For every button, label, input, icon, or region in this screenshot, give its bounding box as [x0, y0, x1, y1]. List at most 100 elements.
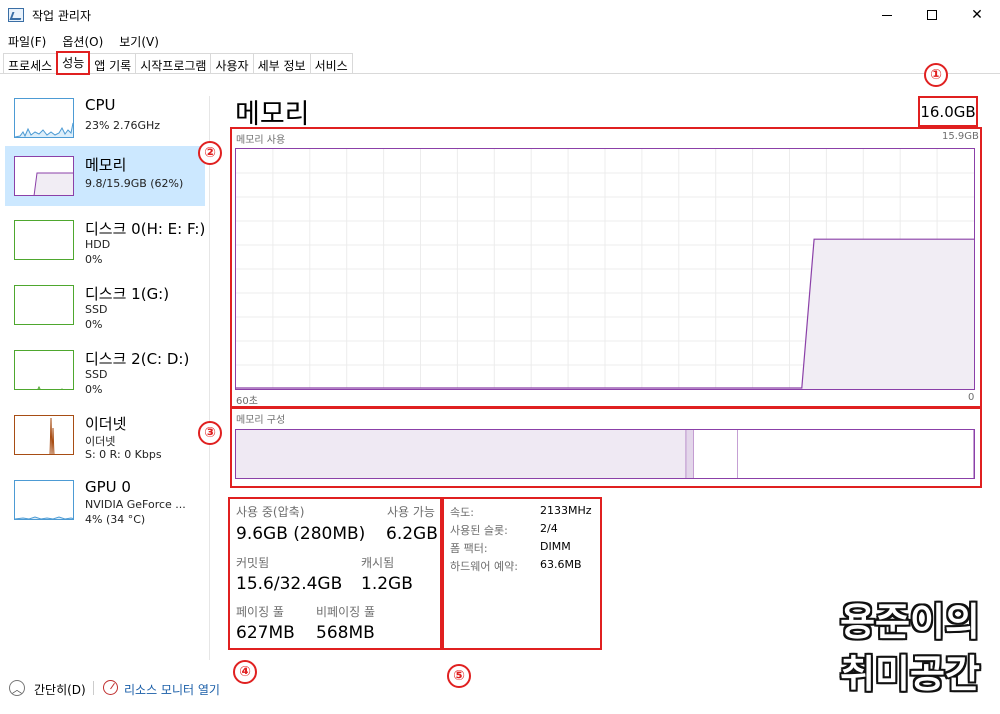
memory-total: 16.0GB: [918, 96, 978, 127]
cached-label: 캐시됨: [361, 556, 395, 570]
sidebar-item-disk-1[interactable]: 디스크 1(G:) SSD 0%: [5, 275, 205, 335]
speed-label: 속도:: [450, 506, 474, 519]
page-title: 메모리: [235, 99, 310, 130]
ethernet-thumbnail: [14, 415, 74, 455]
callout-3: ③: [198, 421, 222, 445]
sidebar-divider: [209, 96, 210, 660]
sidebar-item-usage: 4% (34 °C): [85, 513, 146, 526]
gpu-thumbnail: [14, 480, 74, 520]
watermark-line-1: 용준이의: [840, 600, 980, 644]
close-button[interactable]: ✕: [954, 0, 1000, 30]
watermark: 용준이의 취미공간: [830, 596, 990, 700]
disk-0-thumbnail: [14, 220, 74, 260]
sidebar-item-detail: SSD: [85, 303, 108, 316]
cached-value: 1.2GB: [361, 574, 413, 594]
tab-divider: [0, 73, 1000, 74]
close-icon: ✕: [971, 7, 983, 23]
memory-composition-label: 메모리 구성: [236, 415, 286, 426]
memory-usage-graph: [235, 148, 975, 390]
watermark-line-2: 취미공간: [840, 652, 980, 696]
collapse-button[interactable]: 간단히(D): [34, 681, 86, 698]
nonpaged-pool-value: 568MB: [316, 623, 375, 643]
tab-users[interactable]: 사용자: [210, 53, 254, 74]
memory-sparkline: [33, 172, 73, 195]
resource-monitor-link[interactable]: 리소스 모니터 열기: [124, 681, 220, 698]
gpu-sparkline: [15, 516, 73, 519]
tab-app-history[interactable]: 앱 기록: [89, 53, 137, 74]
footer-divider: [93, 681, 94, 695]
menu-file[interactable]: 파일(F): [0, 30, 54, 52]
cpu-sparkline: [15, 122, 73, 137]
chevron-up-icon[interactable]: ︿: [9, 680, 25, 696]
in-use-label: 사용 중(압축): [236, 505, 305, 519]
resource-monitor-icon[interactable]: [103, 680, 118, 695]
menu-options[interactable]: 옵션(O): [54, 30, 111, 52]
disk-2-thumbnail: [14, 350, 74, 390]
menu-view[interactable]: 보기(V): [111, 30, 167, 52]
callout-1: ①: [924, 63, 948, 87]
sidebar-item-usage: 0%: [85, 253, 103, 266]
cpu-thumbnail: [14, 98, 74, 138]
speed-value: 2133MHz: [540, 504, 592, 517]
ethernet-sparkline: [49, 417, 55, 454]
sidebar-item-detail: NVIDIA GeForce ...: [85, 498, 186, 511]
sidebar-item-usage: S: 0 R: 0 Kbps: [85, 448, 162, 461]
memory-composition-bar: [235, 429, 975, 479]
maximize-icon: [927, 10, 937, 20]
maximize-button[interactable]: [909, 0, 955, 30]
sidebar-item-title: CPU: [85, 96, 116, 114]
tab-services[interactable]: 서비스: [309, 53, 353, 74]
committed-label: 커밋됨: [236, 556, 270, 570]
sidebar-item-detail: 23% 2.76GHz: [85, 119, 161, 132]
standby-segment: [693, 430, 738, 478]
memory-composition-plot: [236, 430, 974, 478]
sidebar-item-gpu[interactable]: GPU 0 NVIDIA GeForce ... 4% (34 °C): [5, 470, 205, 530]
sidebar-item-disk-0[interactable]: 디스크 0(H: E: F:) HDD 0%: [5, 210, 205, 270]
sidebar-item-memory[interactable]: 메모리 9.8/15.9GB (62%): [5, 146, 205, 206]
memory-thumbnail: [14, 156, 74, 196]
sidebar-item-title: 메모리: [85, 156, 127, 174]
available-label: 사용 가능: [387, 505, 435, 519]
modified-segment: [686, 430, 694, 478]
form-factor-value: DIMM: [540, 540, 571, 553]
in-use-value: 9.6GB (280MB): [236, 524, 366, 544]
callout-2: ②: [198, 141, 222, 165]
committed-value: 15.6/32.4GB: [236, 574, 343, 594]
slots-value: 2/4: [540, 522, 558, 535]
sidebar-item-ethernet[interactable]: 이더넷 이더넷 S: 0 R: 0 Kbps: [5, 405, 205, 465]
sidebar-item-detail: 9.8/15.9GB (62%): [85, 177, 184, 190]
sidebar-item-title: 디스크 2(C: D:): [85, 350, 190, 368]
task-manager-icon: [8, 8, 24, 22]
sidebar-item-title: 이더넷: [85, 415, 127, 433]
paged-pool-label: 페이징 풀: [236, 605, 284, 619]
time-axis-start: 60초: [236, 396, 258, 407]
tab-processes[interactable]: 프로세스: [3, 53, 58, 74]
sidebar-item-detail: 이더넷: [85, 435, 116, 448]
slots-label: 사용된 슬롯:: [450, 524, 508, 537]
tab-performance[interactable]: 성능: [56, 51, 91, 75]
paged-pool-value: 627MB: [236, 623, 295, 643]
sidebar-item-detail: HDD: [85, 238, 111, 251]
nonpaged-pool-label: 비페이징 풀: [316, 605, 376, 619]
disk-2-sparkline: [37, 385, 63, 389]
minimize-icon: [882, 14, 892, 16]
memory-usage-label: 메모리 사용: [236, 135, 286, 146]
title-bar: 작업 관리자 ✕: [0, 0, 1000, 30]
time-axis-end: 0: [968, 392, 975, 403]
sidebar-item-detail: SSD: [85, 368, 108, 381]
sidebar-item-cpu[interactable]: CPU 23% 2.76GHz: [5, 88, 205, 148]
performance-sidebar: CPU 23% 2.76GHz 메모리 9.8/15.9GB (62%) 디스크…: [0, 80, 210, 670]
tab-startup[interactable]: 시작프로그램: [135, 53, 212, 74]
sidebar-item-title: GPU 0: [85, 478, 131, 496]
tab-details[interactable]: 세부 정보: [252, 53, 311, 74]
sidebar-item-usage: 0%: [85, 318, 103, 331]
memory-usage-plot: [236, 149, 974, 389]
disk-1-thumbnail: [14, 285, 74, 325]
memory-usage-max: 15.9GB: [942, 131, 979, 142]
menu-bar: 파일(F) 옵션(O) 보기(V): [0, 30, 1000, 52]
tab-strip: 프로세스 성능 앱 기록 시작프로그램 사용자 세부 정보 서비스: [3, 51, 353, 75]
hardware-reserved-label: 하드웨어 예약:: [450, 560, 518, 573]
sidebar-item-title: 디스크 0(H: E: F:): [85, 220, 206, 238]
minimize-button[interactable]: [864, 0, 910, 30]
sidebar-item-disk-2[interactable]: 디스크 2(C: D:) SSD 0%: [5, 340, 205, 400]
